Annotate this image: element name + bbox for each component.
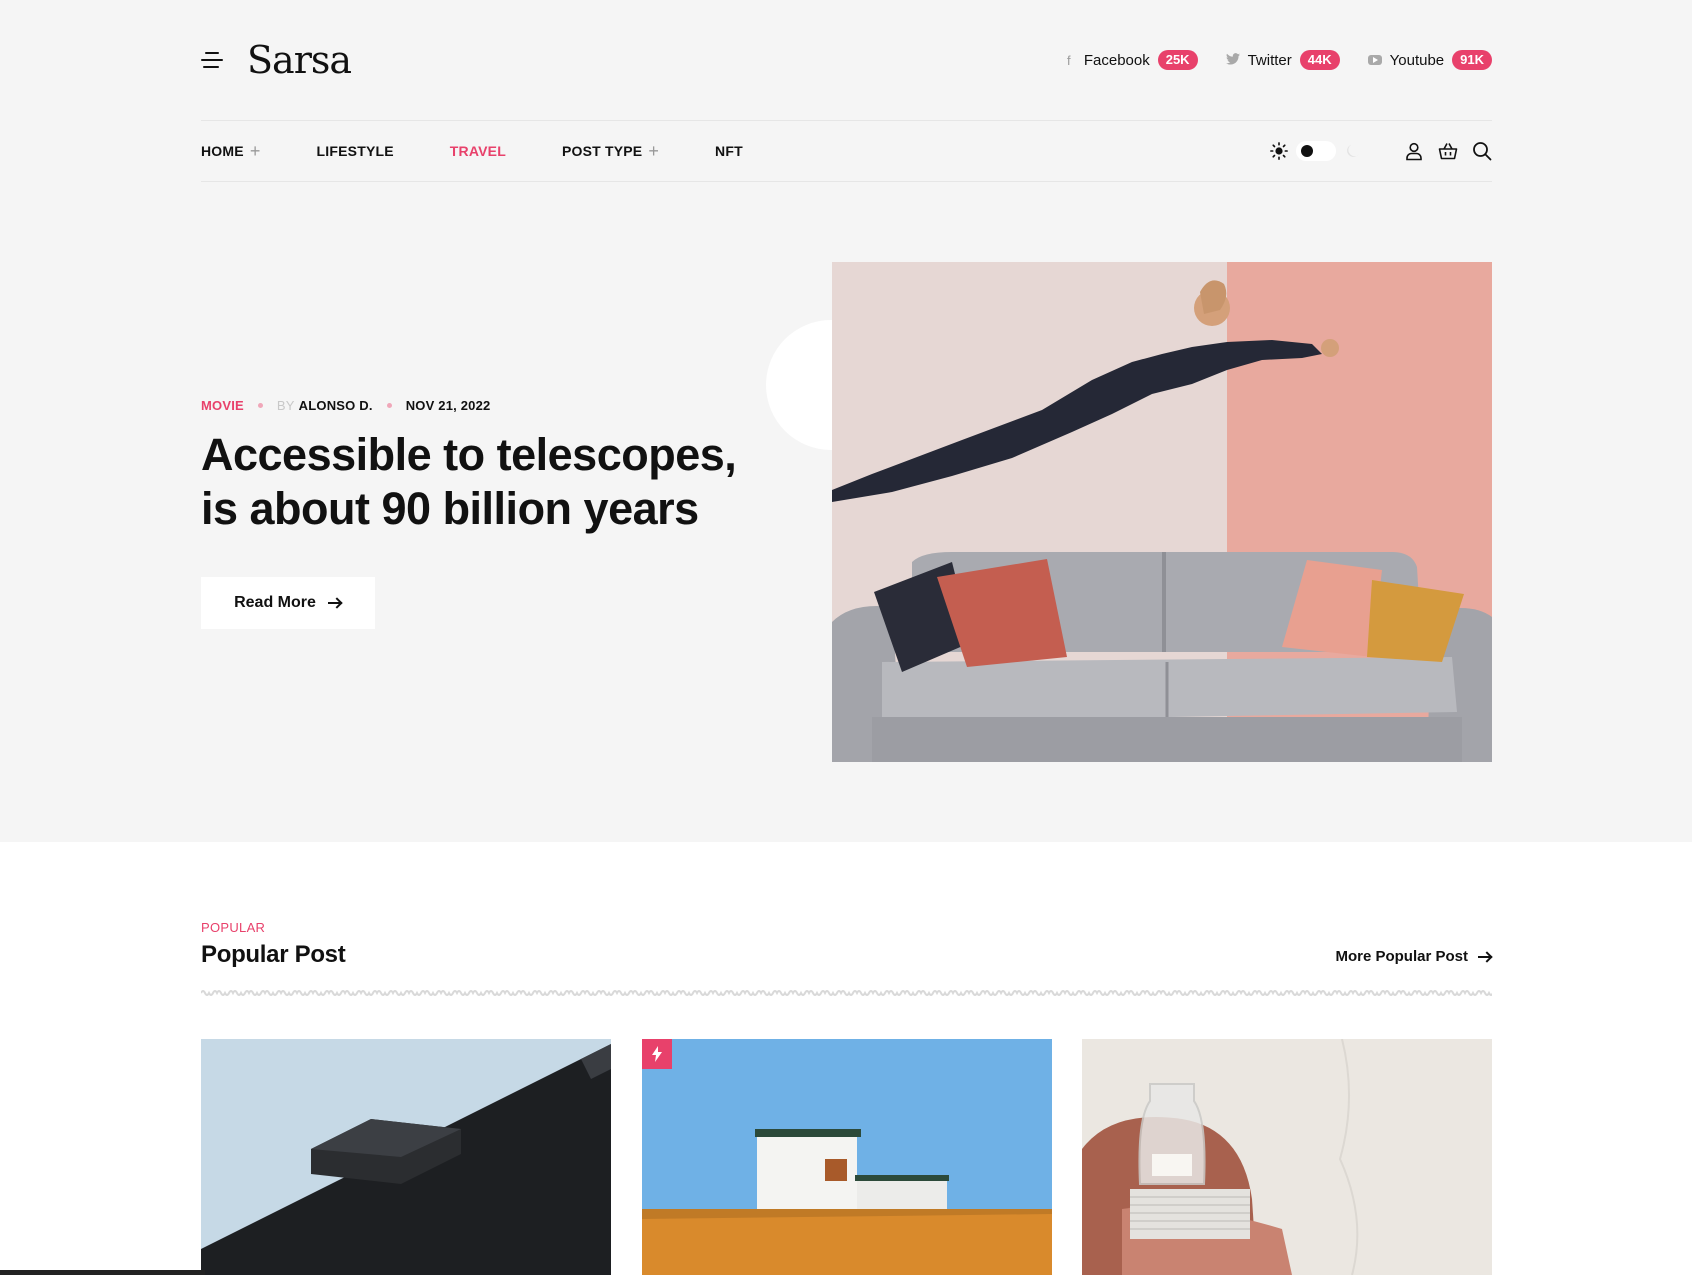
facebook-icon: f bbox=[1067, 52, 1071, 68]
more-link-label: More Popular Post bbox=[1335, 948, 1468, 965]
post-date: NOV 21, 2022 bbox=[405, 398, 491, 413]
youtube-icon bbox=[1367, 53, 1382, 68]
nav-menu: HOME + LIFESTYLE TRAVEL POST TYPE + NFT bbox=[201, 142, 743, 160]
read-more-button[interactable]: Read More bbox=[201, 577, 375, 629]
plus-icon: + bbox=[249, 141, 261, 161]
hero-post-title[interactable]: Accessible to telescopes, is about 90 bi… bbox=[201, 428, 761, 536]
social-youtube[interactable]: Youtube 91K bbox=[1367, 50, 1492, 70]
popular-post-card[interactable] bbox=[642, 1039, 1052, 1275]
by-label: BY bbox=[276, 398, 295, 413]
post-thumbnail bbox=[1082, 1039, 1492, 1275]
header-actions bbox=[1404, 141, 1492, 161]
wavy-divider bbox=[201, 990, 1492, 996]
nav-item-label: LIFESTYLE bbox=[316, 143, 394, 159]
hamburger-menu-icon[interactable] bbox=[201, 51, 223, 69]
read-more-label: Read More bbox=[234, 594, 316, 611]
nav-item-label: POST TYPE bbox=[561, 143, 643, 159]
arrow-right-icon bbox=[327, 598, 342, 608]
post-thumbnail bbox=[642, 1039, 1052, 1275]
nav-tools bbox=[1270, 141, 1492, 161]
theme-toggle[interactable] bbox=[1270, 141, 1362, 161]
twitter-icon bbox=[1225, 52, 1240, 68]
separator-dot bbox=[386, 403, 392, 408]
hero-image[interactable] bbox=[832, 262, 1492, 762]
hero-post-meta: MOVIE BY ALONSO D. NOV 21, 2022 bbox=[201, 398, 490, 413]
follower-count-badge: 44K bbox=[1299, 50, 1340, 70]
main-navigation: HOME + LIFESTYLE TRAVEL POST TYPE + NFT bbox=[201, 120, 1492, 182]
follower-count-badge: 25K bbox=[1157, 50, 1198, 70]
popular-post-card[interactable] bbox=[1082, 1039, 1492, 1275]
scroll-indicator bbox=[0, 1270, 205, 1275]
moon-icon bbox=[1347, 144, 1360, 157]
plus-icon: + bbox=[648, 141, 660, 161]
post-category-link[interactable]: MOVIE bbox=[201, 398, 244, 413]
nav-item-label: NFT bbox=[715, 143, 743, 159]
nav-item-post-type[interactable]: POST TYPE + bbox=[562, 142, 659, 160]
theme-toggle-switch[interactable] bbox=[1296, 141, 1336, 161]
nav-item-lifestyle[interactable]: LIFESTYLE bbox=[317, 143, 394, 159]
section-title: Popular Post bbox=[201, 941, 346, 968]
nav-item-travel[interactable]: TRAVEL bbox=[450, 143, 506, 159]
follower-count-badge: 91K bbox=[1452, 50, 1492, 70]
nav-item-label: TRAVEL bbox=[449, 143, 506, 159]
toggle-knob bbox=[1301, 145, 1313, 157]
social-label: Twitter bbox=[1247, 51, 1292, 69]
nav-item-nft[interactable]: NFT bbox=[715, 143, 743, 159]
site-logo[interactable]: Sarsa bbox=[247, 41, 352, 79]
cart-basket-icon[interactable] bbox=[1438, 141, 1458, 161]
separator-dot bbox=[257, 403, 263, 408]
brand: Sarsa bbox=[201, 41, 352, 79]
more-popular-post-link[interactable]: More Popular Post bbox=[1335, 948, 1492, 965]
post-thumbnail bbox=[201, 1039, 611, 1275]
section-kicker: POPULAR bbox=[201, 920, 266, 935]
social-facebook[interactable]: f Facebook 25K bbox=[1062, 50, 1198, 70]
arrow-right-icon bbox=[1478, 952, 1492, 962]
search-icon[interactable] bbox=[1472, 141, 1492, 161]
site-header: Sarsa f Facebook 25K Twitter 44K Youtube… bbox=[201, 40, 1492, 80]
nav-item-home[interactable]: HOME + bbox=[201, 142, 261, 160]
user-icon[interactable] bbox=[1404, 141, 1424, 161]
post-author-link[interactable]: ALONSO D. bbox=[299, 398, 373, 413]
popular-post-card[interactable] bbox=[201, 1039, 611, 1275]
social-links: f Facebook 25K Twitter 44K Youtube 91K bbox=[1062, 50, 1492, 70]
sun-icon bbox=[1270, 142, 1288, 160]
lightning-icon bbox=[642, 1039, 672, 1069]
social-twitter[interactable]: Twitter 44K bbox=[1225, 50, 1340, 70]
nav-item-label: HOME bbox=[201, 143, 244, 159]
social-label: Facebook bbox=[1083, 51, 1150, 69]
social-label: Youtube bbox=[1389, 51, 1445, 69]
